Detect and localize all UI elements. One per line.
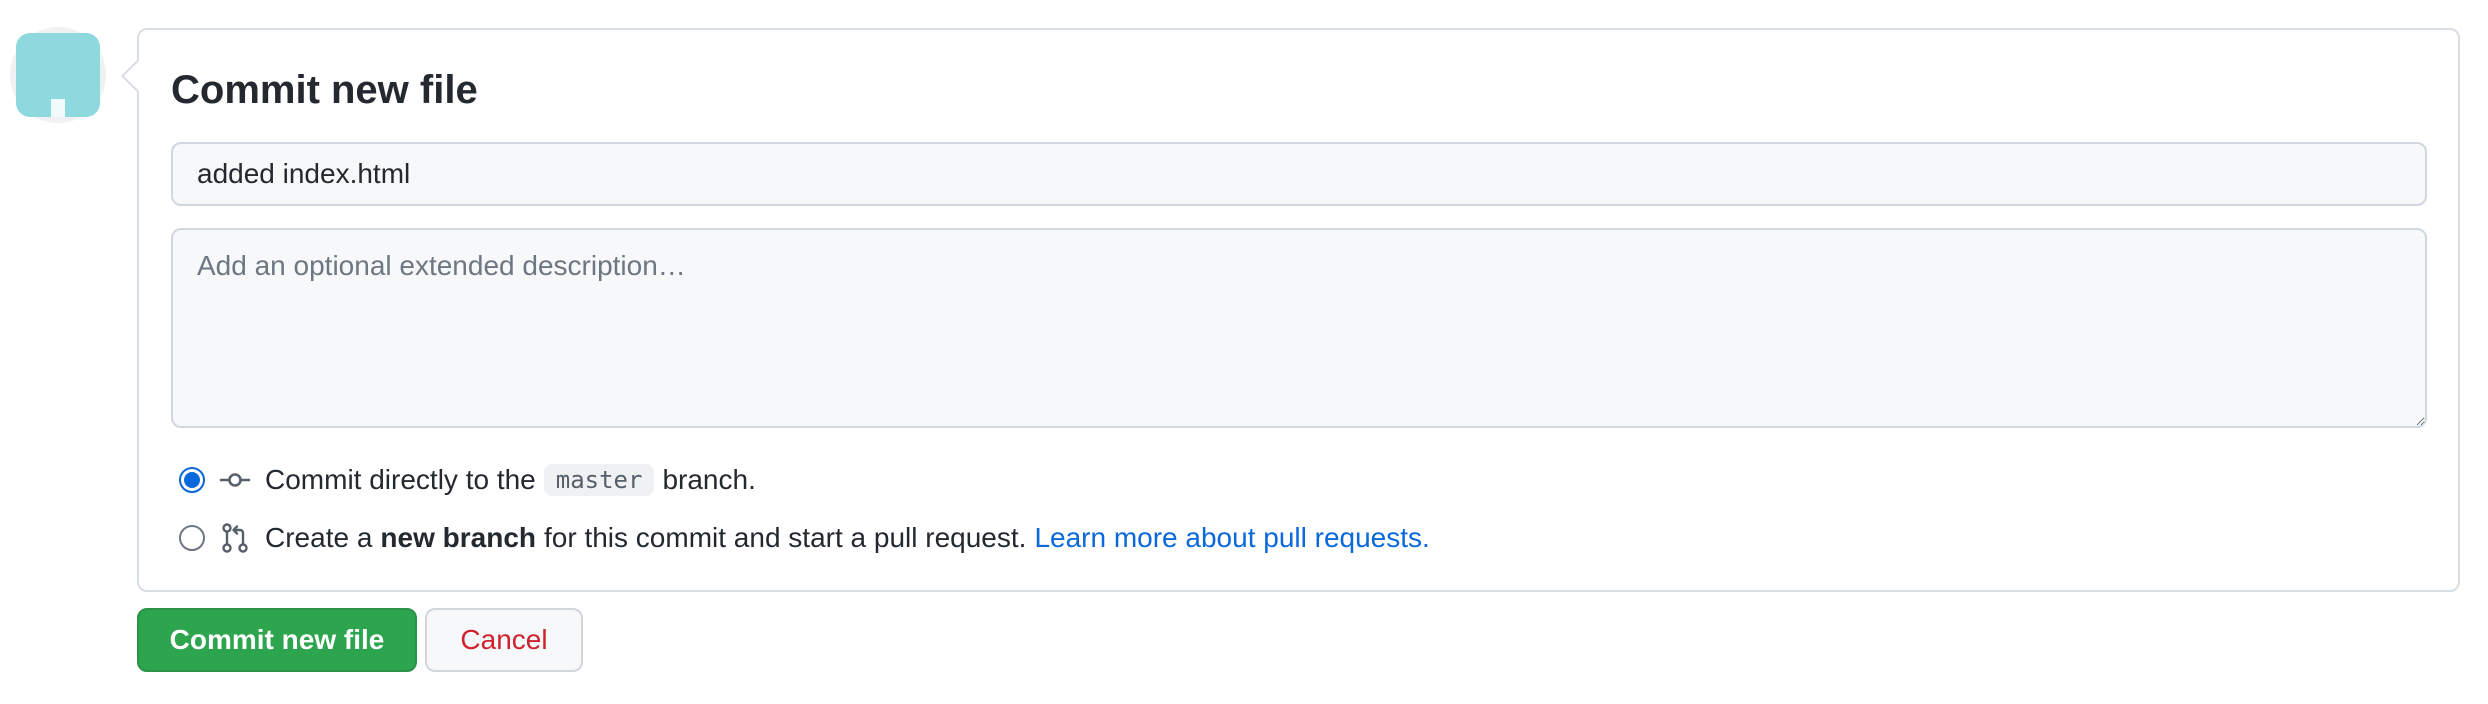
identicon-avatar-icon [16,33,100,117]
avatar[interactable] [10,27,106,123]
avatar-pattern [51,99,65,117]
new-branch-option[interactable]: Create a new branch for this commit and … [179,518,1430,558]
commit-form-card: Commit new file Commit directly to the m… [121,28,2460,592]
new-branch-radio[interactable] [179,525,205,551]
commit-description-textarea[interactable] [171,228,2427,428]
new-branch-bold: new branch [380,522,536,553]
commit-direct-radio[interactable] [179,467,205,493]
card-pointer [121,59,155,93]
commit-direct-text-end: branch. [662,464,756,495]
commit-direct-option[interactable]: Commit directly to the master branch. [179,460,756,500]
git-pull-request-icon [222,523,248,553]
commit-direct-text: Commit directly to the [265,464,536,495]
commit-new-file-button[interactable]: Commit new file [137,608,417,672]
new-branch-text: Create a [265,522,373,553]
commit-summary-input[interactable] [171,142,2427,206]
learn-more-pull-requests-link[interactable]: Learn more about pull requests. [1034,522,1429,554]
git-commit-icon [219,473,251,487]
cancel-button[interactable]: Cancel [425,608,583,672]
new-branch-text-end: for this commit and start a pull request… [544,522,1027,553]
commit-form-title: Commit new file [171,68,478,112]
branch-name: master [543,464,655,496]
